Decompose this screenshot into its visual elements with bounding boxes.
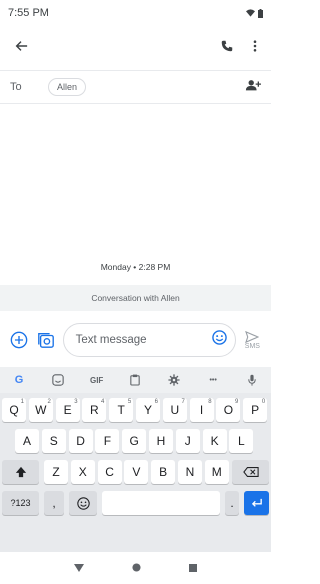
comma-key[interactable]: , bbox=[44, 491, 64, 515]
key-n[interactable]: N bbox=[178, 460, 202, 484]
google-icon[interactable]: G bbox=[10, 371, 28, 389]
more-vert-icon bbox=[253, 40, 257, 52]
emoji-button[interactable] bbox=[212, 330, 227, 350]
key-f[interactable]: F bbox=[95, 429, 120, 453]
key-k[interactable]: K bbox=[202, 429, 227, 453]
shift-icon bbox=[15, 466, 26, 478]
key-q[interactable]: Q1 bbox=[2, 398, 26, 422]
status-icons bbox=[246, 8, 263, 18]
shift-key[interactable] bbox=[2, 460, 39, 484]
nav-back-icon bbox=[74, 564, 84, 572]
key-e[interactable]: E3 bbox=[55, 398, 80, 422]
mic-icon[interactable] bbox=[243, 371, 261, 389]
key-c[interactable]: C bbox=[97, 460, 122, 484]
key-a[interactable]: A bbox=[15, 429, 39, 453]
space-key[interactable] bbox=[102, 491, 220, 515]
conversation-area bbox=[0, 104, 271, 285]
nav-recents-button[interactable] bbox=[189, 559, 197, 577]
message-input[interactable]: Text message bbox=[62, 323, 236, 357]
more-options-button[interactable] bbox=[253, 39, 257, 57]
navigation-bar bbox=[0, 552, 271, 584]
status-time: 7:55 PM bbox=[8, 7, 49, 19]
recipients-bar: To Allen bbox=[0, 70, 271, 104]
emoji-icon bbox=[76, 496, 90, 510]
period-key[interactable]: . bbox=[225, 491, 239, 515]
plus-circle-icon bbox=[10, 331, 27, 349]
add-contact-button[interactable] bbox=[245, 78, 261, 96]
gallery-button[interactable] bbox=[35, 329, 56, 351]
keyboard: G GIF ••• Q1W2E3R4T5Y6U7I8O9P0 ASDFGHJKL… bbox=[0, 367, 271, 552]
gallery-icon bbox=[38, 333, 54, 348]
call-button[interactable] bbox=[221, 39, 233, 57]
key-x[interactable]: X bbox=[70, 460, 95, 484]
app-bar bbox=[0, 26, 271, 70]
send-icon bbox=[245, 330, 260, 343]
nav-back-button[interactable] bbox=[74, 559, 84, 577]
message-placeholder: Text message bbox=[75, 334, 147, 346]
attach-button[interactable] bbox=[8, 329, 29, 351]
emoji-key[interactable] bbox=[69, 491, 97, 515]
keyboard-toolbar: G GIF ••• bbox=[0, 367, 271, 393]
key-p[interactable]: P0 bbox=[243, 398, 268, 422]
smile-icon bbox=[212, 330, 227, 345]
key-m[interactable]: M bbox=[204, 460, 229, 484]
key-i[interactable]: I8 bbox=[189, 398, 214, 422]
key-v[interactable]: V bbox=[124, 460, 149, 484]
status-bar: 7:55 PM bbox=[0, 0, 271, 26]
to-label: To bbox=[10, 81, 22, 93]
settings-gear-icon[interactable] bbox=[165, 371, 183, 389]
nav-home-button[interactable] bbox=[132, 559, 141, 577]
key-d[interactable]: D bbox=[68, 429, 93, 453]
key-w[interactable]: W2 bbox=[28, 398, 53, 422]
message-timestamp: Monday • 2:28 PM bbox=[100, 262, 171, 272]
nav-recents-icon bbox=[189, 564, 197, 572]
send-button[interactable]: SMS bbox=[240, 330, 265, 350]
key-g[interactable]: G bbox=[122, 429, 147, 453]
clipboard-icon[interactable] bbox=[126, 371, 144, 389]
backspace-icon bbox=[242, 467, 259, 477]
key-b[interactable]: B bbox=[151, 460, 176, 484]
key-u[interactable]: U7 bbox=[162, 398, 187, 422]
key-h[interactable]: H bbox=[149, 429, 173, 453]
key-j[interactable]: J bbox=[175, 429, 200, 453]
recipient-chip[interactable]: Allen bbox=[48, 78, 87, 96]
more-horiz-button[interactable]: ••• bbox=[204, 371, 222, 389]
arrow-left-icon bbox=[15, 40, 28, 51]
battery-icon bbox=[258, 8, 263, 18]
enter-icon bbox=[251, 498, 262, 507]
enter-key[interactable] bbox=[244, 491, 269, 515]
compose-bar: Text message SMS bbox=[0, 318, 271, 362]
wifi-icon bbox=[246, 9, 255, 17]
key-z[interactable]: Z bbox=[44, 460, 68, 484]
send-label: SMS bbox=[244, 342, 260, 350]
key-y[interactable]: Y6 bbox=[136, 398, 160, 422]
conversation-banner: Conversation with Allen bbox=[0, 285, 271, 311]
conversation-banner-text: Conversation with Allen bbox=[91, 293, 180, 303]
key-l[interactable]: L bbox=[229, 429, 254, 453]
key-o[interactable]: O9 bbox=[216, 398, 241, 422]
key-r[interactable]: R4 bbox=[82, 398, 107, 422]
symbols-key[interactable]: ?123 bbox=[2, 491, 39, 515]
sticker-icon[interactable] bbox=[49, 371, 67, 389]
phone-icon bbox=[221, 40, 233, 52]
keyboard-row-2: ASDFGHJKL bbox=[0, 429, 271, 453]
keyboard-row-1: Q1W2E3R4T5Y6U7I8O9P0 bbox=[0, 398, 271, 422]
backspace-key[interactable] bbox=[232, 460, 269, 484]
key-s[interactable]: S bbox=[41, 429, 66, 453]
add-contact-icon bbox=[245, 80, 261, 91]
keyboard-row-3: ZXCVBNM bbox=[0, 460, 271, 484]
back-button[interactable] bbox=[14, 39, 28, 58]
keyboard-row-4: ?123 , . bbox=[0, 491, 271, 515]
key-t[interactable]: T5 bbox=[109, 398, 134, 422]
nav-home-icon bbox=[132, 563, 141, 572]
gif-button[interactable]: GIF bbox=[88, 371, 106, 389]
